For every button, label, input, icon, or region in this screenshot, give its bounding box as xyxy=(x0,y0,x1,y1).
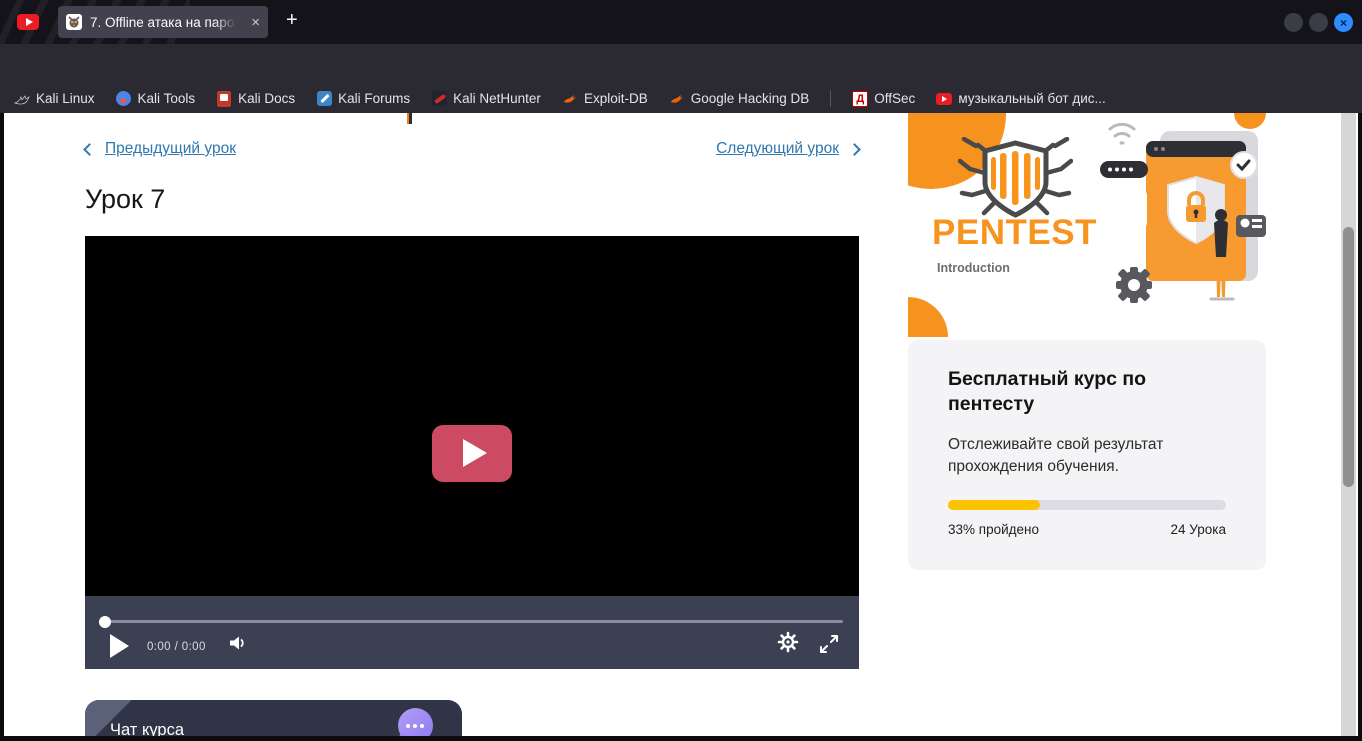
exploit-db-bird-icon xyxy=(562,91,578,107)
bookmark-label: музыкальный бот дис... xyxy=(958,91,1105,106)
bookmark-label: Kali Docs xyxy=(238,91,295,106)
new-tab-button[interactable]: + xyxy=(286,9,298,32)
tab-close-icon[interactable]: × xyxy=(251,15,260,30)
course-banner[interactable]: PENTEST Introduction xyxy=(908,113,1266,337)
kali-tools-icon xyxy=(116,91,132,107)
bookmark-kali-linux[interactable]: Kali Linux xyxy=(14,91,95,107)
bookmarks-separator xyxy=(830,90,831,107)
bookmarks-bar: Kali Linux Kali Tools Kali Docs Kali For… xyxy=(0,84,1362,113)
page-content: Предыдущий урок Следующий урок Урок 7 0:… xyxy=(4,113,1358,736)
lessons-count-label: 24 Урока xyxy=(1171,522,1226,537)
bookmark-label: Google Hacking DB xyxy=(691,91,810,106)
pentest-logo-subtitle: Introduction xyxy=(937,261,1010,275)
bookmark-kali-docs[interactable]: Kali Docs xyxy=(216,91,295,107)
seek-handle[interactable] xyxy=(99,616,111,628)
previous-lesson-link[interactable]: Предыдущий урок xyxy=(85,140,236,158)
course-card-title: Бесплатный курс по пентесту xyxy=(948,367,1198,418)
google-hacking-db-bird-icon xyxy=(669,91,685,107)
play-button-icon[interactable] xyxy=(110,634,129,658)
offsec-icon: Д xyxy=(852,91,868,107)
next-lesson-label[interactable]: Следующий урок xyxy=(716,140,839,158)
kali-forums-icon xyxy=(316,91,332,107)
clipped-heading-fragment xyxy=(407,113,412,124)
orange-circle-decoration xyxy=(908,297,948,337)
bookmark-label: Kali Tools xyxy=(138,91,196,106)
bookmark-kali-forums[interactable]: Kali Forums xyxy=(316,91,410,107)
bookmark-label: Kali Forums xyxy=(338,91,410,106)
page-title: Урок 7 xyxy=(85,184,165,215)
bookmark-google-hacking-db[interactable]: Google Hacking DB xyxy=(669,91,810,107)
pentest-logo-title: PENTEST xyxy=(932,213,1097,253)
bookmark-offsec[interactable]: Д OffSec xyxy=(852,91,915,107)
tab-title: 7. Offline атака на пароли xyxy=(90,15,236,30)
progress-bar-track xyxy=(948,500,1226,510)
browser-toolbar: https://codeby.school/training/view/urok… xyxy=(0,44,1362,84)
bookmark-label: Kali Linux xyxy=(36,91,95,106)
next-lesson-link[interactable]: Следующий урок xyxy=(716,140,859,158)
chat-bubble-icon[interactable] xyxy=(398,708,433,736)
browser-titlebar: 7. Offline атака на пароли × + × xyxy=(0,0,1362,44)
bookmark-exploit-db[interactable]: Exploit-DB xyxy=(562,91,648,107)
window-close-button[interactable]: × xyxy=(1334,13,1353,32)
youtube-pinned-tab-icon[interactable] xyxy=(17,14,39,30)
video-controls-bar: 0:00 / 0:00 xyxy=(85,596,859,669)
bookmark-label: Kali NetHunter xyxy=(453,91,541,106)
course-progress-card: Бесплатный курс по пентесту Отслеживайте… xyxy=(908,340,1266,570)
progress-labels-row: 33% пройдено 24 Урока xyxy=(948,522,1226,537)
window-maximize-button[interactable] xyxy=(1309,13,1328,32)
bookmark-kali-nethunter[interactable]: Kali NetHunter xyxy=(431,91,541,107)
fullscreen-icon[interactable] xyxy=(819,634,839,654)
kali-dragon-icon xyxy=(14,91,30,107)
video-area[interactable] xyxy=(85,236,859,596)
page-scrollbar-thumb[interactable] xyxy=(1343,227,1354,487)
chevron-right-icon xyxy=(848,143,861,156)
bookmark-label: Exploit-DB xyxy=(584,91,648,106)
kali-nethunter-icon xyxy=(431,91,447,107)
page-scrollbar-track[interactable] xyxy=(1341,113,1356,736)
seek-bar[interactable] xyxy=(103,620,843,623)
progress-bar-fill xyxy=(948,500,1040,510)
bookmark-music-bot[interactable]: музыкальный бот дис... xyxy=(936,91,1105,107)
chevron-left-icon xyxy=(83,143,96,156)
pentest-spider-shield-logo xyxy=(958,137,1073,219)
big-play-button[interactable] xyxy=(432,425,512,482)
course-chat-card[interactable]: Чат курса xyxy=(85,700,462,736)
volume-icon[interactable] xyxy=(227,632,249,654)
course-card-description: Отслеживайте свой результат прохождения … xyxy=(948,434,1228,479)
bookmark-kali-tools[interactable]: Kali Tools xyxy=(116,91,196,107)
video-player: 0:00 / 0:00 xyxy=(85,236,859,669)
time-display: 0:00 / 0:00 xyxy=(147,641,206,653)
kali-docs-icon xyxy=(216,91,232,107)
browser-tab-active[interactable]: 7. Offline атака на пароли × xyxy=(58,6,268,38)
youtube-icon xyxy=(936,91,952,107)
bookmark-label: OffSec xyxy=(874,91,915,106)
previous-lesson-label[interactable]: Предыдущий урок xyxy=(105,140,236,158)
codeby-owl-favicon xyxy=(66,14,82,30)
window-minimize-button[interactable] xyxy=(1284,13,1303,32)
security-illustration xyxy=(1098,119,1266,315)
progress-percent-label: 33% пройдено xyxy=(948,522,1039,537)
settings-gear-icon[interactable] xyxy=(777,631,799,653)
chat-title: Чат курса xyxy=(110,721,184,736)
